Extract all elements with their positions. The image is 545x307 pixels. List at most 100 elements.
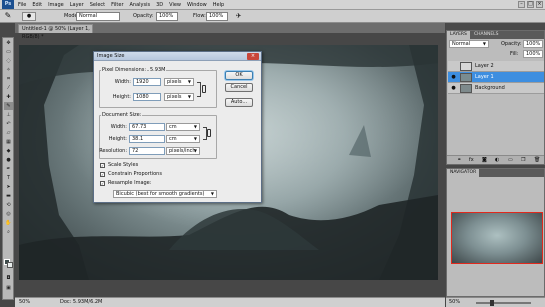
crop-tool-icon[interactable]: ⌗ (4, 75, 13, 83)
tab-navigator[interactable]: NAVIGATOR (447, 169, 480, 177)
navigator-zoom-value[interactable]: 50% (449, 299, 460, 305)
flow-label: Flow: (193, 13, 206, 19)
resolution-input[interactable]: 72 (129, 147, 165, 155)
height-unit-select[interactable]: pixels ▼ (164, 93, 194, 101)
layer-thumbnail (460, 62, 472, 71)
history-brush-tool-icon[interactable]: ↶ (4, 120, 13, 128)
zoom-level[interactable]: 50% (19, 298, 30, 307)
path-select-tool-icon[interactable]: ➤ (4, 183, 13, 191)
eraser-tool-icon[interactable]: ▱ (4, 129, 13, 137)
menu-layer[interactable]: Layer (67, 0, 87, 10)
blur-tool-icon[interactable]: ◆ (4, 147, 13, 155)
mode-select[interactable]: Normal (76, 12, 120, 21)
layer-mask-icon[interactable]: ◙ (482, 157, 487, 163)
close-icon[interactable]: × (536, 1, 543, 8)
resample-image-checkbox[interactable]: ✓ (100, 181, 105, 186)
hand-tool-icon[interactable]: ✋ (4, 219, 13, 227)
menu-window[interactable]: Window (184, 0, 210, 10)
airbrush-icon[interactable]: ✈ (234, 12, 243, 21)
eyedropper-tool-icon[interactable]: ⁄ (4, 84, 13, 92)
auto-button[interactable]: Auto... (225, 98, 253, 107)
minimize-icon[interactable]: – (518, 1, 525, 8)
layer-thumbnail (460, 84, 472, 93)
group-icon[interactable]: ▭ (508, 157, 513, 163)
pen-tool-icon[interactable]: ✒ (4, 165, 13, 173)
type-tool-icon[interactable]: T (4, 174, 13, 182)
menu-image[interactable]: Image (45, 0, 67, 10)
ok-button[interactable]: OK (225, 71, 253, 80)
brush-tool-icon[interactable]: ✎ (4, 102, 13, 110)
move-tool-icon[interactable]: ✥ (4, 39, 13, 47)
width-unit-value: pixels (167, 79, 182, 85)
brush-tool-icon[interactable]: ✎ (3, 11, 13, 21)
window-controls: – □ × (518, 1, 543, 8)
zoom-tool-icon[interactable]: ⌕ (4, 228, 13, 236)
3d-camera-tool-icon[interactable]: ◎ (4, 210, 13, 218)
opacity-input[interactable]: 100% (156, 12, 178, 21)
scale-styles-checkbox[interactable]: ✓ (100, 163, 105, 168)
menu-3d[interactable]: 3D (153, 0, 166, 10)
chevron-down-icon: ▼ (187, 79, 191, 84)
layer-row-selected[interactable]: ● Layer 1 (448, 72, 544, 83)
fill-input[interactable]: 100% (523, 50, 543, 58)
menu-edit[interactable]: Edit (29, 0, 45, 10)
brush-preset-icon[interactable]: ● (22, 12, 36, 21)
layer-row[interactable]: Layer 2 (448, 61, 544, 72)
marquee-tool-icon[interactable]: ▭ (4, 48, 13, 56)
menu-view[interactable]: View (166, 0, 184, 10)
quick-mask-icon[interactable]: ◘ (4, 274, 13, 282)
height-unit-value: pixels (167, 94, 182, 100)
maximize-icon[interactable]: □ (527, 1, 534, 8)
dodge-tool-icon[interactable]: ● (4, 156, 13, 164)
blend-mode-select[interactable]: Normal ▼ (449, 40, 489, 48)
adjustment-layer-icon[interactable]: ◐ (495, 157, 499, 163)
menu-analysis[interactable]: Analysis (127, 0, 154, 10)
document-tab[interactable]: Untitled-1 @ 50% (Layer 1, RGB/8) * (18, 24, 93, 40)
navigator-view-box[interactable] (451, 212, 543, 264)
menu-file[interactable]: File (15, 0, 29, 10)
zoom-slider-handle[interactable] (490, 300, 494, 306)
menu-select[interactable]: Select (87, 0, 108, 10)
resolution-unit-value: pixels/inch (169, 148, 196, 154)
zoom-slider[interactable] (476, 302, 531, 304)
layer-row[interactable]: ● Background (448, 83, 544, 94)
resolution-label: Resolution: (99, 148, 127, 154)
width-input[interactable]: 1920 (133, 78, 161, 86)
tab-channels[interactable]: CHANNELS (471, 31, 502, 39)
height-input[interactable]: 1080 (133, 93, 161, 101)
shape-tool-icon[interactable]: ▬ (4, 192, 13, 200)
constrain-proportions-checkbox[interactable]: ✓ (100, 172, 105, 177)
3d-rotate-tool-icon[interactable]: ⟲ (4, 201, 13, 209)
resample-image-label: Resample Image: (108, 180, 152, 186)
eye-icon[interactable]: ● (450, 83, 457, 94)
opacity-input[interactable]: 100% (523, 40, 543, 48)
dialog-close-button[interactable]: × (247, 53, 259, 60)
quick-select-tool-icon[interactable]: ✧ (4, 66, 13, 74)
layer-style-icon[interactable]: fx (469, 157, 474, 163)
gradient-tool-icon[interactable]: ▦ (4, 138, 13, 146)
panel-dock-header (446, 23, 545, 30)
flow-input[interactable]: 100% (206, 12, 228, 21)
doc-height-input[interactable]: 38.1 (129, 135, 165, 143)
menu-filter[interactable]: Filter (108, 0, 126, 10)
background-color-swatch[interactable] (7, 262, 13, 268)
menu-help[interactable]: Help (210, 0, 227, 10)
doc-height-unit-select[interactable]: cm ▼ (166, 135, 200, 143)
resolution-unit-select[interactable]: pixels/inch ▼ (166, 147, 200, 155)
tab-layers[interactable]: LAYERS (447, 31, 470, 39)
resample-method-value: Bicubic (best for smooth gradients) (116, 191, 205, 197)
doc-width-unit-select[interactable]: cm ▼ (166, 123, 200, 131)
lasso-tool-icon[interactable]: ◌ (4, 57, 13, 65)
resample-method-select[interactable]: Bicubic (best for smooth gradients) ▼ (113, 190, 217, 198)
eye-icon[interactable]: ● (450, 72, 457, 83)
link-layers-icon[interactable]: ⚭ (457, 157, 461, 163)
new-layer-icon[interactable]: ❐ (521, 157, 525, 163)
healing-tool-icon[interactable]: ✚ (4, 93, 13, 101)
clone-stamp-tool-icon[interactable]: ⊥ (4, 111, 13, 119)
chevron-down-icon: ▼ (482, 41, 486, 46)
width-unit-select[interactable]: pixels ▼ (164, 78, 194, 86)
cancel-button[interactable]: Cancel (225, 83, 253, 92)
screen-mode-icon[interactable]: ▣ (4, 284, 13, 292)
trash-icon[interactable]: 🗑 (534, 157, 540, 163)
doc-width-input[interactable]: 67.73 (129, 123, 165, 131)
